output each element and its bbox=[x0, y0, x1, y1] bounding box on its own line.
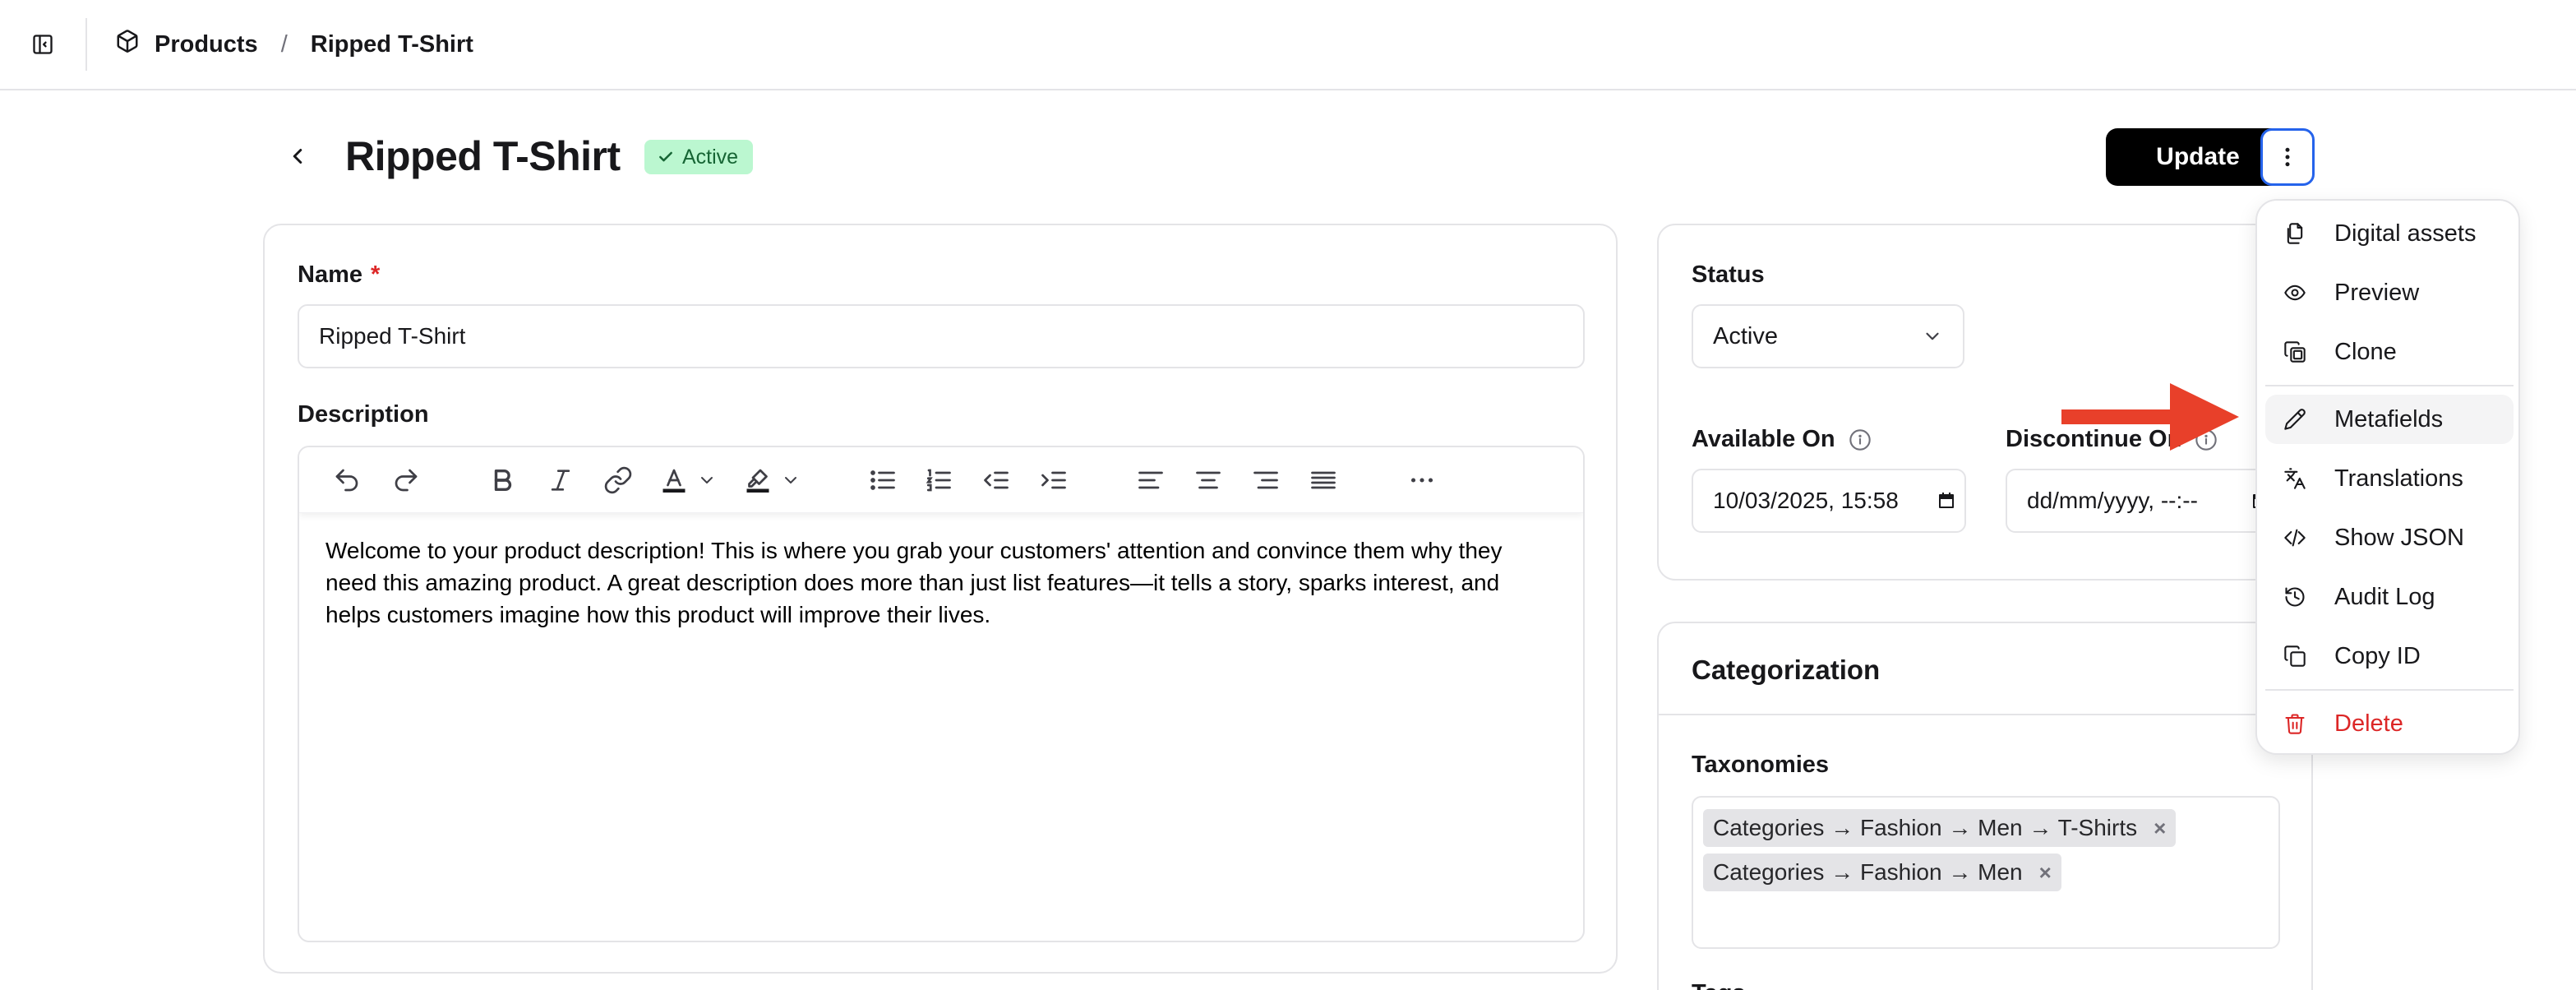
name-input[interactable]: Ripped T-Shirt bbox=[298, 304, 1585, 368]
sidebar-toggle-icon[interactable] bbox=[25, 26, 61, 62]
breadcrumb-products-link[interactable]: Products bbox=[115, 29, 258, 60]
eye-icon bbox=[2283, 281, 2306, 304]
pencil-icon bbox=[2283, 408, 2306, 431]
discontinue-on-value: dd/mm/yyyy, --:-- bbox=[2027, 488, 2198, 513]
menu-item-digital-assets[interactable]: Digital assets bbox=[2265, 209, 2514, 258]
product-details-card: Name * Ripped T-Shirt Description Welcom… bbox=[263, 224, 1618, 974]
status-select[interactable]: Active bbox=[1692, 304, 1964, 368]
package-icon bbox=[115, 29, 140, 60]
menu-item-audit-log[interactable]: Audit Log bbox=[2265, 572, 2514, 622]
breadcrumb-current: Ripped T-Shirt bbox=[310, 30, 473, 58]
menu-item-label: Metafields bbox=[2334, 405, 2444, 433]
info-icon[interactable] bbox=[1849, 428, 1872, 451]
categorization-title: Categorization bbox=[1692, 655, 1881, 685]
highlight-icon[interactable] bbox=[740, 462, 776, 498]
italic-icon[interactable] bbox=[542, 462, 579, 498]
menu-item-preview[interactable]: Preview bbox=[2265, 268, 2514, 317]
status-badge-label: Active bbox=[682, 145, 739, 169]
taxonomy-chip: Categories → Fashion → Men → T-Shirts × bbox=[1703, 809, 2177, 847]
card-divider bbox=[1659, 714, 2311, 715]
menu-item-label: Translations bbox=[2334, 465, 2463, 492]
menu-item-label: Audit Log bbox=[2334, 583, 2435, 610]
code-icon bbox=[2283, 526, 2306, 549]
back-button[interactable] bbox=[276, 135, 319, 178]
menu-item-show-json[interactable]: Show JSON bbox=[2265, 513, 2514, 562]
trash-icon bbox=[2283, 712, 2306, 735]
available-on-label: Available On bbox=[1692, 426, 1872, 453]
available-on-value: 10/03/2025, 15:58 bbox=[1713, 488, 1899, 513]
more-actions-menu: Digital assets Preview Clone Metafields … bbox=[2255, 199, 2520, 755]
align-right-icon[interactable] bbox=[1248, 462, 1284, 498]
bold-icon[interactable] bbox=[485, 462, 521, 498]
menu-separator bbox=[2265, 385, 2514, 386]
more-vertical-icon bbox=[2285, 147, 2290, 167]
description-text[interactable]: Welcome to your product description! Thi… bbox=[325, 534, 1550, 631]
indent-icon[interactable] bbox=[1036, 462, 1072, 498]
chevron-down-icon[interactable] bbox=[694, 462, 720, 498]
menu-item-label: Show JSON bbox=[2334, 524, 2464, 551]
description-editor: Welcome to your product description! Thi… bbox=[298, 446, 1585, 942]
taxonomies-label: Taxonomies bbox=[1692, 752, 1830, 778]
chevron-down-icon bbox=[1926, 332, 1939, 340]
chevron-down-icon[interactable] bbox=[778, 462, 804, 498]
status-select-value: Active bbox=[1713, 322, 1778, 349]
menu-item-label: Digital assets bbox=[2334, 220, 2477, 247]
clone-icon bbox=[2283, 340, 2306, 363]
files-icon bbox=[2283, 222, 2306, 245]
taxonomies-input[interactable]: Categories → Fashion → Men → T-Shirts × … bbox=[1692, 796, 2280, 949]
calendar-icon bbox=[1939, 493, 1954, 508]
menu-item-label: Copy ID bbox=[2334, 642, 2421, 669]
required-marker: * bbox=[371, 261, 381, 288]
more-horizontal-icon[interactable] bbox=[1404, 462, 1440, 498]
status-label: Status bbox=[1692, 261, 1765, 288]
numbered-list-icon[interactable] bbox=[921, 462, 957, 498]
align-justify-icon[interactable] bbox=[1305, 462, 1341, 498]
remove-chip-icon[interactable]: × bbox=[2154, 816, 2166, 841]
history-icon bbox=[2283, 585, 2306, 608]
status-badge: Active bbox=[644, 140, 754, 174]
editor-toolbar bbox=[299, 447, 1583, 513]
page-title: Ripped T-Shirt bbox=[345, 133, 621, 179]
menu-item-label: Delete bbox=[2334, 710, 2403, 737]
menu-item-copy-id[interactable]: Copy ID bbox=[2265, 631, 2514, 681]
breadcrumb: Products / Ripped T-Shirt bbox=[115, 25, 473, 64]
tags-label: Tags bbox=[1692, 980, 1746, 990]
topbar-divider bbox=[85, 18, 87, 71]
redo-icon[interactable] bbox=[388, 462, 424, 498]
align-center-icon[interactable] bbox=[1190, 462, 1226, 498]
menu-item-clone[interactable]: Clone bbox=[2265, 327, 2514, 377]
undo-icon[interactable] bbox=[329, 462, 365, 498]
copy-icon bbox=[2283, 645, 2306, 668]
available-on-input[interactable]: 10/03/2025, 15:58 bbox=[1692, 469, 1966, 533]
menu-item-translations[interactable]: Translations bbox=[2265, 454, 2514, 503]
check-icon bbox=[659, 151, 672, 162]
menu-item-label: Preview bbox=[2334, 279, 2420, 306]
languages-icon bbox=[2283, 467, 2306, 490]
menu-item-metafields[interactable]: Metafields bbox=[2265, 395, 2514, 444]
more-actions-button[interactable] bbox=[2260, 128, 2315, 186]
outdent-icon[interactable] bbox=[978, 462, 1014, 498]
page-header: Ripped T-Shirt Active Update bbox=[263, 123, 2318, 189]
menu-item-delete[interactable]: Delete bbox=[2265, 699, 2514, 748]
breadcrumb-parent-label: Products bbox=[155, 30, 258, 58]
description-label: Description bbox=[298, 401, 429, 428]
align-left-icon[interactable] bbox=[1133, 462, 1169, 498]
bullet-list-icon[interactable] bbox=[865, 462, 901, 498]
top-bar: Products / Ripped T-Shirt bbox=[0, 0, 2576, 90]
link-icon[interactable] bbox=[600, 462, 636, 498]
remove-chip-icon[interactable]: × bbox=[2039, 860, 2052, 886]
breadcrumb-separator: / bbox=[280, 30, 288, 58]
taxonomy-chip: Categories → Fashion → Men × bbox=[1703, 854, 2061, 891]
menu-item-label: Clone bbox=[2334, 338, 2397, 365]
annotation-arrow-icon bbox=[2061, 383, 2239, 451]
discontinue-on-input[interactable]: dd/mm/yyyy, --:-- bbox=[2006, 469, 2280, 533]
menu-separator bbox=[2265, 689, 2514, 691]
chevron-left-icon bbox=[293, 149, 302, 164]
name-label: Name * bbox=[298, 261, 381, 288]
categorization-card: Categorization Taxonomies Categories → F… bbox=[1657, 622, 2313, 990]
text-color-icon[interactable] bbox=[656, 462, 692, 498]
